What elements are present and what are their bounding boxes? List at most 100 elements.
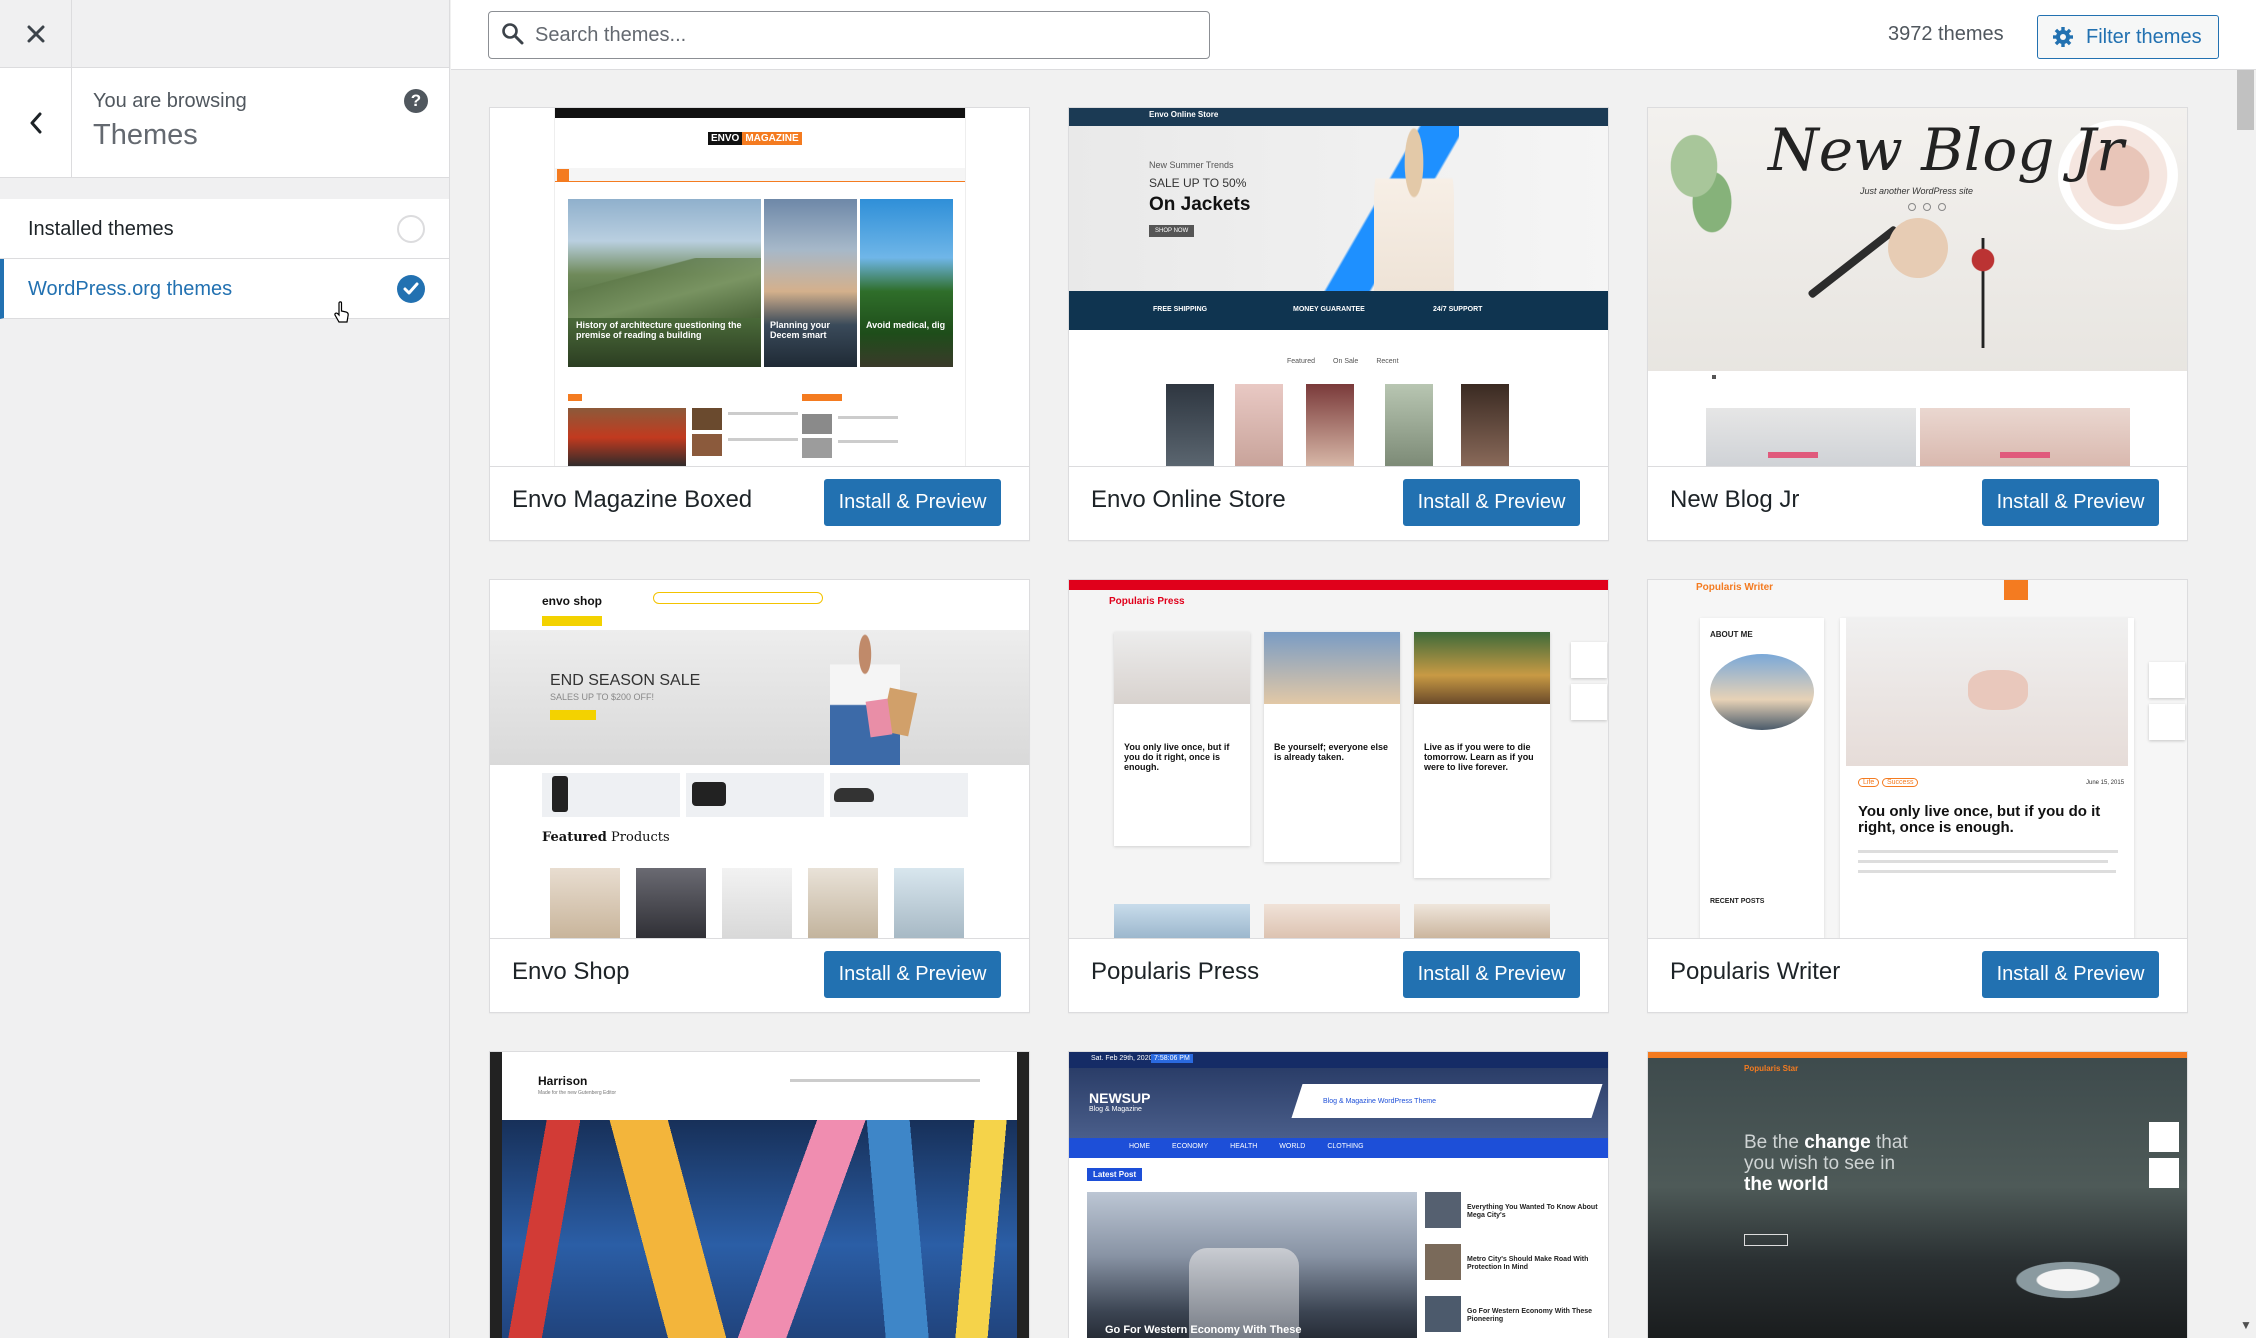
scrollbar-thumb[interactable]: [2237, 70, 2254, 130]
preview-logo: envo shop: [542, 594, 603, 608]
preview-brand: Envo Online Store: [1149, 110, 1219, 119]
customizer-sidebar: You are browsing Themes ? Installed them…: [0, 0, 450, 1338]
browsing-header: You are browsing Themes: [0, 68, 449, 178]
theme-screenshot[interactable]: New Blog Jr Just another WordPress site: [1648, 108, 2187, 467]
search-input[interactable]: [535, 12, 1195, 58]
install-preview-button[interactable]: Install & Preview: [824, 479, 1001, 526]
preview-hero-text: that: [1876, 1132, 1908, 1153]
theme-card[interactable]: Harrison Made for the new Gutenberg Edit…: [489, 1051, 1030, 1338]
preview-shop-button: SHOP NOW: [1149, 225, 1195, 237]
checkmark-icon[interactable]: [397, 275, 425, 303]
preview-hero-text: change: [1804, 1132, 1871, 1153]
theme-card[interactable]: ENVO MAGAZINE History of architecture qu…: [489, 107, 1030, 541]
theme-screenshot[interactable]: Popularis Press You only live once, but …: [1069, 580, 1608, 939]
install-preview-button[interactable]: Install & Preview: [1982, 951, 2159, 998]
theme-name: Envo Magazine Boxed: [512, 486, 753, 513]
close-button[interactable]: [0, 0, 72, 68]
preview-tab: On Sale: [1333, 358, 1359, 365]
scrollbar[interactable]: ▼: [2235, 70, 2256, 1338]
theme-card[interactable]: Popularis Writer ABOUT ME RECENT POSTS L…: [1647, 579, 2188, 1013]
preview-tagline: Just another WordPress site: [1860, 186, 1974, 196]
theme-name: Envo Shop: [512, 958, 630, 985]
preview-tagline: Made for the new Gutenberg Editor: [538, 1090, 617, 1096]
theme-card[interactable]: envo shop END SEASON SALE SALES UP TO $2…: [489, 579, 1030, 1013]
theme-screenshot[interactable]: envo shop END SEASON SALE SALES UP TO $2…: [490, 580, 1029, 939]
theme-name: New Blog Jr: [1670, 486, 1800, 513]
back-button[interactable]: [0, 68, 72, 178]
theme-card[interactable]: New Blog Jr Just another WordPress site …: [1647, 107, 2188, 541]
preview-feature: 24/7 SUPPORT: [1433, 306, 1483, 313]
preview-post-title: Live as if you were to die tomorrow. Lea…: [1424, 742, 1534, 772]
preview-brand: Popularis Press: [1109, 596, 1185, 607]
preview-feature: MONEY GUARANTEE: [1293, 306, 1365, 313]
theme-card[interactable]: Popularis Star Be the change that you wi…: [1647, 1051, 2188, 1338]
preview-brand: Popularis Star: [1744, 1064, 1799, 1073]
preview-brand: NEWSUP: [1089, 1090, 1151, 1106]
scroll-down-arrow-icon[interactable]: ▼: [2240, 1318, 2252, 1332]
preview-tab: Recent: [1376, 358, 1399, 365]
filter-installed-themes[interactable]: Installed themes: [0, 199, 449, 259]
filter-label: Installed themes: [28, 218, 174, 240]
preview-headline: On Jackets: [1149, 194, 1251, 215]
preview-post-title: Be yourself; everyone else is already ta…: [1274, 742, 1389, 762]
preview-logo: MAGAZINE: [742, 132, 802, 145]
preview-date: June 15, 2015: [2086, 780, 2125, 786]
close-icon: [27, 25, 44, 43]
preview-tagline: Blog & Magazine: [1089, 1106, 1142, 1113]
preview-sale-subtitle: SALES UP TO $200 OFF!: [550, 692, 655, 702]
browsing-subtitle: You are browsing: [93, 90, 247, 112]
search-box[interactable]: [488, 11, 1210, 59]
filter-label: WordPress.org themes: [28, 278, 233, 300]
theme-source-list: Installed themes WordPress.org themes: [0, 199, 449, 319]
filter-themes-label: Filter themes: [2086, 25, 2202, 48]
preview-side-post: Go For Western Economy With These Pionee…: [1467, 1308, 1593, 1323]
install-preview-button[interactable]: Install & Preview: [1982, 479, 2159, 526]
themes-toolbar: 3972 themes Filter themes: [451, 0, 2256, 70]
filter-wordpress-org-themes[interactable]: WordPress.org themes: [0, 259, 449, 319]
preview-nav-item: HEALTH: [1230, 1143, 1258, 1150]
filter-themes-button[interactable]: Filter themes: [2037, 15, 2219, 59]
preview-feature: FREE SHIPPING: [1153, 306, 1208, 313]
preview-hero-text: the world: [1744, 1174, 1829, 1195]
preview-featured-label: Products: [611, 830, 670, 845]
theme-screenshot[interactable]: ENVO MAGAZINE History of architecture qu…: [490, 108, 1029, 467]
hand-cursor-icon: [334, 301, 349, 323]
install-preview-button[interactable]: Install & Preview: [1403, 951, 1580, 998]
theme-screenshot[interactable]: Popularis Star Be the change that you wi…: [1648, 1052, 2187, 1338]
preview-brand: Harrison: [538, 1074, 588, 1088]
install-preview-button[interactable]: Install & Preview: [824, 951, 1001, 998]
help-icon[interactable]: ?: [404, 89, 428, 113]
theme-name: Envo Online Store: [1091, 486, 1286, 513]
theme-count: 3972 themes: [1888, 23, 2004, 45]
theme-screenshot[interactable]: Popularis Writer ABOUT ME RECENT POSTS L…: [1648, 580, 2187, 939]
chevron-left-icon: [30, 112, 41, 134]
preview-featured-label: Featured: [542, 830, 607, 845]
preview-tag: Success: [1882, 778, 1919, 787]
theme-card[interactable]: Envo Online Store New Summer Trends SALE…: [1068, 107, 1609, 541]
preview-story-title: Planning your Decem smart: [770, 320, 831, 340]
gear-icon: [2053, 27, 2073, 47]
preview-about-label: ABOUT ME: [1710, 630, 1753, 639]
preview-nav-item: ECONOMY: [1172, 1143, 1209, 1150]
close-bar: [0, 0, 449, 68]
install-preview-button[interactable]: Install & Preview: [1403, 479, 1580, 526]
preview-headline: Go For Western Economy With These: [1105, 1324, 1302, 1336]
preview-side-post: Metro City's Should Make Road With Prote…: [1467, 1256, 1589, 1271]
preview-title: New Blog Jr: [1768, 116, 2124, 184]
preview-nav-item: CLOTHING: [1327, 1143, 1364, 1150]
preview-time: 7:58:06 PM: [1151, 1054, 1193, 1063]
theme-screenshot[interactable]: Envo Online Store New Summer Trends SALE…: [1069, 108, 1608, 467]
preview-hero-text: Be the: [1744, 1132, 1799, 1153]
preview-nav-item: HOME: [1129, 1143, 1150, 1150]
preview-logo: ENVO: [708, 132, 743, 145]
preview-story-title: History of architecture questioning the …: [576, 320, 742, 340]
preview-recent-label: RECENT POSTS: [1710, 898, 1765, 905]
radio-unchecked-icon[interactable]: [397, 215, 425, 243]
preview-banner: Blog & Magazine WordPress Theme: [1323, 1098, 1436, 1105]
theme-card[interactable]: Popularis Press You only live once, but …: [1068, 579, 1609, 1013]
preview-post-title: You only live once, but if you do it rig…: [1124, 742, 1230, 772]
theme-card[interactable]: Sat. Feb 29th, 2020 7:58:06 PM NEWSUP Bl…: [1068, 1051, 1609, 1338]
theme-screenshot[interactable]: Harrison Made for the new Gutenberg Edit…: [490, 1052, 1029, 1338]
preview-date: Sat. Feb 29th, 2020: [1091, 1055, 1153, 1062]
theme-screenshot[interactable]: Sat. Feb 29th, 2020 7:58:06 PM NEWSUP Bl…: [1069, 1052, 1608, 1338]
